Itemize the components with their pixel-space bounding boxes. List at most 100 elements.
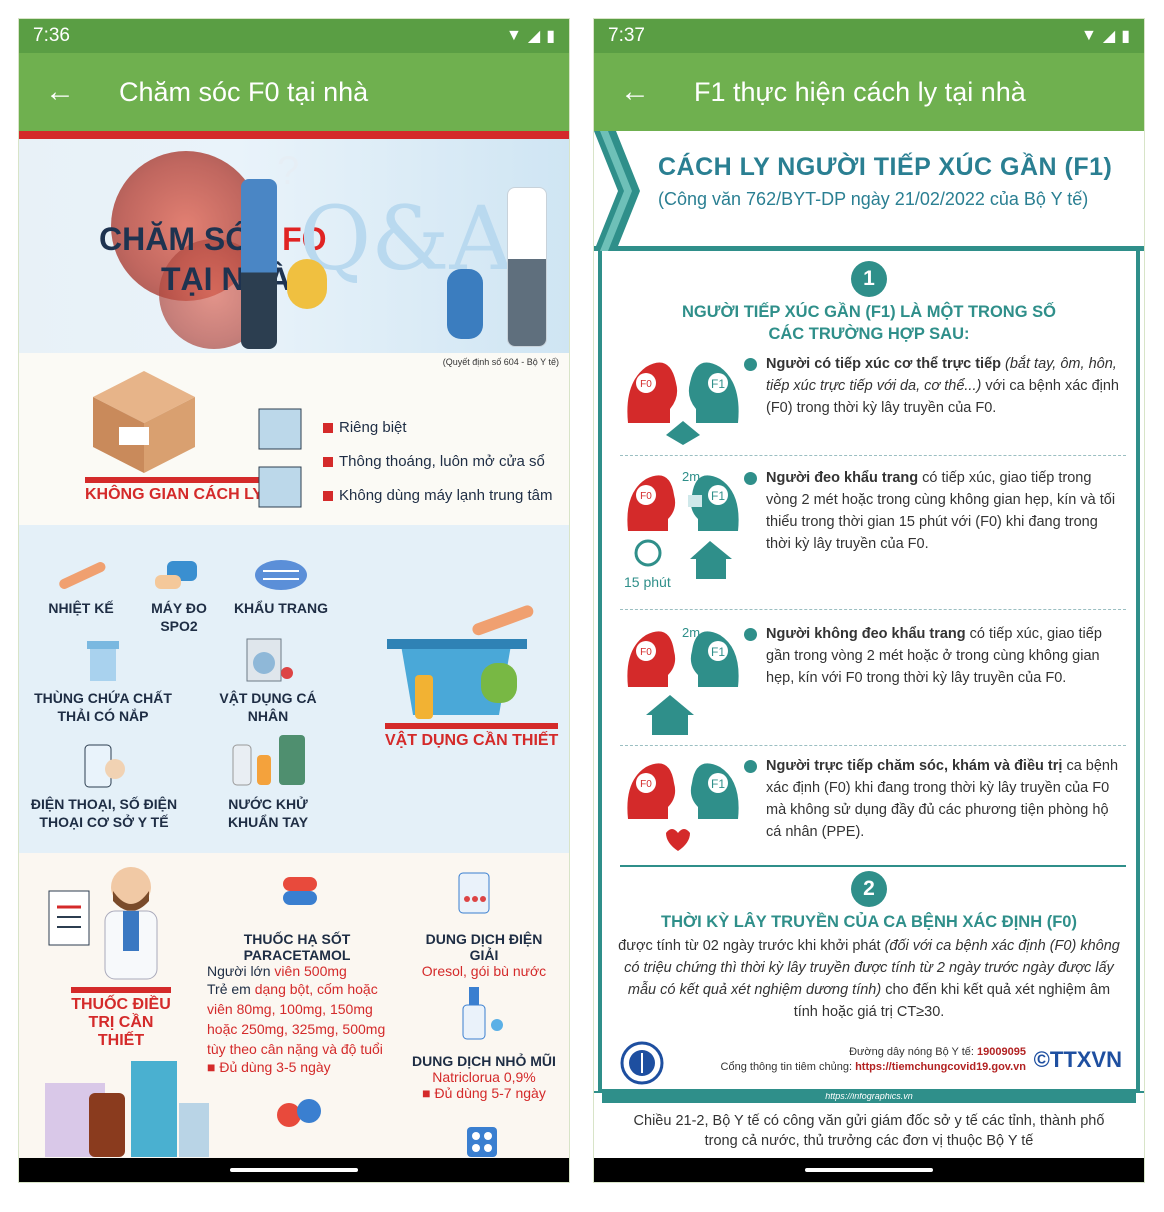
- infographic-subtitle: (Công văn 762/BYT-DP ngày 21/02/2022 của…: [658, 189, 1089, 209]
- mask-item: KHẨU TRANG: [233, 555, 329, 617]
- f1-case-2: F0 F1 2m 15 phút Người đeo khẩu trang có…: [620, 467, 1126, 607]
- home-gesture-handle[interactable]: [805, 1168, 933, 1172]
- divider: [620, 865, 1126, 867]
- right-phone-screen: 7:37 ▼ ◢ ▮ ← F1 thực hiện cách ly tại nh…: [593, 18, 1145, 1183]
- section2-text-start: được tính từ 02 ngày trước khi khởi phát: [618, 938, 885, 954]
- oximeter-icon: [155, 561, 197, 589]
- paracetamol-days-text: Đủ dùng 3-5 ngày: [219, 1059, 331, 1075]
- infographic-f1: CÁCH LY NGƯỜI TIẾP XÚC GẦN (F1) (Công vă…: [594, 131, 1144, 1158]
- paracetamol-block: THUỐC HẠ SỐT PARACETAMOL Người lớn viên …: [207, 931, 387, 1075]
- personal-item: VẬT DỤNG CÁ NHÂN: [203, 635, 333, 725]
- home-gesture-handle[interactable]: [230, 1168, 358, 1172]
- care-contact-icon: F0 F1: [627, 763, 739, 851]
- status-bar: 7:36 ▼ ◢ ▮: [19, 19, 569, 53]
- mask-icon: [255, 560, 307, 590]
- infographic-title: CÁCH LY NGƯỜI TIẾP XÚC GẦN (F1): [658, 153, 1113, 181]
- thermometer-item: NHIỆT KẾ: [33, 555, 129, 617]
- back-arrow-icon[interactable]: ←: [45, 75, 119, 109]
- woman-illustration: [507, 187, 547, 347]
- sanitizer-item: NƯỚC KHỬ KHUẨN TAY: [203, 731, 333, 831]
- f1-badge: F1: [711, 489, 725, 503]
- ministry-of-health-logo: [620, 1041, 664, 1085]
- case-1-bold: Người có tiếp xúc cơ thể trực tiếp: [766, 356, 1001, 372]
- f0-badge: F0: [640, 491, 652, 502]
- f1-badge: F1: [711, 377, 725, 391]
- isolation-bullet: Riêng biệt: [323, 419, 407, 436]
- distance-label: 2m: [682, 469, 700, 484]
- portal-link[interactable]: https://tiemchungcovid19.gov.vn: [855, 1061, 1026, 1073]
- f0-badge: F0: [640, 379, 652, 390]
- chevron-decoration-icon: [594, 131, 640, 251]
- app-bar: ← Chăm sóc F0 tại nhà: [19, 53, 569, 131]
- case-4-bold: Người trực tiếp chăm sóc, khám và điều t…: [766, 758, 1063, 774]
- oresol-block: DUNG DỊCH ĐIỆN GIẢI Oresol, gói bù nước: [411, 931, 557, 979]
- section2-heading: THỜI KỲ LÂY TRUYỀN CỦA CA BỆNH XÁC ĐỊNH …: [661, 913, 1077, 931]
- hotline-row: Đường dây nóng Bộ Y tế: 19009095: [721, 1045, 1026, 1060]
- case-1-text: Người có tiếp xúc cơ thể trực tiếp (bắt …: [744, 353, 1126, 419]
- hero-banner: CHĂM SÓC FO TẠI NHÀ Q&A ?: [19, 139, 569, 353]
- nasal-title: DUNG DỊCH NHỎ MŨI: [412, 1053, 556, 1069]
- thermometer-icon: [59, 562, 106, 589]
- nasal-subtitle: Natriclorua 0,9%: [432, 1069, 536, 1085]
- medicine-bottles-icon: [45, 1061, 209, 1157]
- f0-badge: F0: [640, 779, 652, 790]
- sanitizer-label: NƯỚC KHỬ KHUẨN TAY: [227, 796, 309, 830]
- medicine-label: THUỐC ĐIỀU TRỊ CẦN THIẾT: [71, 987, 171, 1050]
- status-time: 7:37: [608, 25, 645, 46]
- boy-illustration: [447, 269, 483, 339]
- f1-badge: F1: [711, 777, 725, 791]
- oresol-title: DUNG DỊCH ĐIỆN GIẢI: [425, 931, 543, 963]
- washing-machine-icon: [246, 638, 293, 682]
- battery-icon: ▮: [546, 28, 555, 45]
- status-time: 7:36: [33, 25, 70, 46]
- child-illustration: [287, 259, 327, 309]
- ttxvn-text: TTXVN: [1049, 1047, 1122, 1072]
- red-band: [19, 131, 569, 139]
- infographic-bottom-border: [594, 1091, 1144, 1093]
- f1-case-4: F0 F1 Người trực tiếp chăm sóc, khám và …: [620, 755, 1126, 861]
- phone-doctor-icon: [84, 744, 125, 788]
- app-bar: ← F1 thực hiện cách ly tại nhà: [594, 53, 1144, 131]
- oresol-icon: [458, 872, 490, 914]
- nasal-block: DUNG DỊCH NHỎ MŨI Natriclorua 0,9% ■ Đủ …: [411, 1053, 557, 1101]
- section1-header: 1 NGƯỜI TIẾP XÚC GẦN (F1) LÀ MỘT TRONG S…: [602, 261, 1136, 345]
- blister-icon: [467, 1127, 497, 1157]
- oresol-subtitle: Oresol, gói bù nước: [421, 963, 547, 979]
- section2-header: 2 THỜI KỲ LÂY TRUYỀN CỦA CA BỆNH XÁC ĐỊN…: [602, 871, 1136, 933]
- trash-bin-icon: [87, 641, 119, 681]
- supplies-section: NHIỆT KẾ MÁY ĐO SPO2 KHẨU TRANG THÙNG CH…: [19, 525, 569, 853]
- time-label: 15 phút: [624, 574, 671, 590]
- isolation-label: KHÔNG GIAN CÁCH LY: [85, 477, 264, 504]
- section2-paragraph: được tính từ 02 ngày trước khi khởi phát…: [616, 935, 1122, 1023]
- left-phone-screen: 7:36 ▼ ◢ ▮ ← Chăm sóc F0 tại nhà CHĂM SÓ…: [18, 18, 570, 1183]
- handshake-icon: F0 F1: [627, 362, 739, 445]
- spo2-label: MÁY ĐO SPO2: [151, 600, 207, 634]
- case-2-text: Người đeo khẩu trang có tiếp xúc, giao t…: [744, 467, 1126, 555]
- signal-icon: ◢: [527, 28, 541, 45]
- medicine-section: THUỐC ĐIỀU TRỊ CẦN THIẾT THUỐC HẠ SỐT PA…: [19, 853, 569, 1158]
- portal-row: Cổng thông tin tiêm chủng: https://tiemc…: [721, 1060, 1026, 1075]
- spo2-item: MÁY ĐO SPO2: [131, 555, 227, 635]
- infographic-body: 1 NGƯỜI TIẾP XÚC GẦN (F1) LÀ MỘT TRONG S…: [598, 251, 1140, 1103]
- back-arrow-icon[interactable]: ←: [620, 75, 694, 109]
- adult-dose: viên 500mg: [274, 963, 347, 979]
- wifi-icon: ▼: [1081, 27, 1097, 44]
- f1-case-1: F0 F1 Người có tiếp xúc cơ thể trực tiếp…: [620, 353, 1126, 449]
- pills-icon: [277, 1099, 321, 1127]
- case-3-bold: Người không đeo khẩu trang: [766, 626, 966, 642]
- isolation-bullet: Không dùng máy lạnh trung tâm: [323, 487, 552, 504]
- status-icons: ▼ ◢ ▮: [506, 26, 555, 46]
- window-icon: [258, 408, 302, 508]
- nasal-drop-icon: [462, 987, 503, 1040]
- signal-icon: ◢: [1102, 28, 1116, 45]
- bin-label: THÙNG CHỨA CHẤT THẢI CÓ NẮP: [34, 690, 172, 724]
- bin-item: THÙNG CHỨA CHẤT THẢI CÓ NẮP: [33, 635, 173, 725]
- f1-case-3: F0 F1 2m Người không đeo khẩu trang có t…: [620, 623, 1126, 743]
- wifi-icon: ▼: [506, 27, 522, 44]
- qa-text: Q&A: [299, 187, 514, 290]
- capsule-icon: [283, 877, 317, 905]
- section-number: 1: [851, 261, 887, 297]
- case-2-bold: Người đeo khẩu trang: [766, 470, 919, 486]
- paracetamol-days: ■ Đủ dùng 3-5 ngày: [207, 1059, 331, 1075]
- paracetamol-title: THUỐC HẠ SỐT PARACETAMOL: [243, 931, 351, 963]
